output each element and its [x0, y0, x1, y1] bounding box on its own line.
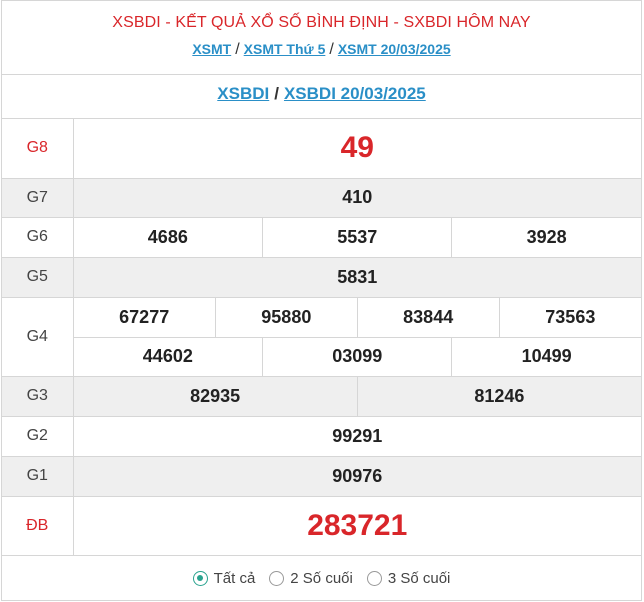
breadcrumb-xsmt[interactable]: XSMT	[192, 41, 231, 57]
prize-number-g5: 5831	[73, 257, 641, 298]
prize-number-g3: 81246	[357, 376, 641, 416]
filter-option-last2[interactable]: 2 Số cuối	[269, 570, 353, 587]
prize-number-g6: 3928	[526, 226, 567, 247]
prize-label-g4: G4	[2, 297, 74, 377]
filter-option-all[interactable]: Tất cả	[192, 570, 256, 587]
prize-number-g4: 73563	[545, 306, 596, 327]
prize-number-g3: 82935	[73, 376, 358, 416]
link-xsbdi-date[interactable]: XSBDI 20/03/2025	[284, 84, 426, 103]
results-table: G8 49 G7 410 G6 4686 5537 3928 G5 5831 G…	[2, 119, 641, 556]
breadcrumb-separator: /	[235, 41, 240, 58]
prize-label-g1: G1	[2, 456, 74, 497]
radio-icon[interactable]	[366, 571, 382, 586]
breadcrumb-separator: /	[329, 41, 334, 58]
breadcrumb: XSMT / XSMT Thứ 5/XSMT 20/03/2025	[2, 41, 641, 59]
prize-number-g4: 67277	[73, 297, 216, 337]
prize-label-g5: G5	[2, 257, 74, 298]
prize-number-g6: 4686	[73, 217, 264, 257]
prize-number-g8: 49	[73, 119, 641, 179]
prize-number-db: 283721	[73, 496, 641, 556]
row-g3: G3 82935 81246	[2, 376, 641, 417]
prize-label-g2: G2	[2, 416, 74, 457]
prize-number-g4: 95880	[215, 297, 358, 337]
prize-number-g4: 03099	[262, 337, 453, 376]
filter-option-label: 2 Số cuối	[290, 570, 353, 587]
prize-label-g6: G6	[2, 217, 74, 258]
breadcrumb-xsmt-thu5[interactable]: XSMT Thứ 5	[244, 41, 326, 57]
radio-icon[interactable]	[269, 571, 285, 586]
filter-option-label: Tất cả	[213, 570, 256, 587]
row-g7: G7 410	[2, 178, 641, 218]
filter-option-label: 3 Số cuối	[387, 570, 451, 587]
filter-option-last3[interactable]: 3 Số cuối	[366, 570, 451, 587]
breadcrumb-xsmt-date[interactable]: XSMT 20/03/2025	[338, 41, 451, 57]
prize-label-g8: G8	[2, 119, 74, 179]
page-title: XSBDI - KẾT QUẢ XỔ SỐ BÌNH ĐỊNH - SXBDI …	[112, 14, 531, 31]
row-g1: G1 90976	[2, 456, 641, 497]
row-g4: G4 67277 95880 83844 73563 44602 03099 1…	[2, 297, 641, 377]
results-panel: XSBDI - KẾT QUẢ XỔ SỐ BÌNH ĐỊNH - SXBDI …	[1, 0, 642, 601]
prize-number-g7: 410	[73, 178, 641, 218]
digit-filter: Tất cả 2 Số cuối 3 Số cuối	[2, 556, 641, 602]
prize-label-g3: G3	[2, 376, 74, 417]
prize-number-g1: 90976	[73, 456, 641, 497]
link-xsbdi[interactable]: XSBDI	[217, 84, 269, 103]
prize-number-g2: 99291	[73, 416, 641, 457]
row-g2: G2 99291	[2, 416, 641, 457]
prize-label-g7: G7	[2, 178, 74, 218]
prize-number-g6: 5537	[262, 217, 453, 257]
prize-number-g4: 10499	[521, 346, 572, 366]
sub-separator: /	[274, 84, 279, 103]
prize-number-g4: 44602	[73, 337, 264, 376]
radio-selected-icon[interactable]	[192, 571, 208, 586]
prize-label-db: ĐB	[2, 496, 74, 556]
row-g6: G6 4686 5537 3928	[2, 217, 641, 258]
row-g8: G8 49	[2, 119, 641, 179]
prize-number-g4: 83844	[357, 297, 500, 337]
row-db: ĐB 283721	[2, 496, 641, 556]
panel-header: XSBDI - KẾT QUẢ XỔ SỐ BÌNH ĐỊNH - SXBDI …	[2, 1, 641, 75]
row-g5: G5 5831	[2, 257, 641, 298]
sub-header: XSBDI / XSBDI 20/03/2025	[2, 75, 641, 119]
